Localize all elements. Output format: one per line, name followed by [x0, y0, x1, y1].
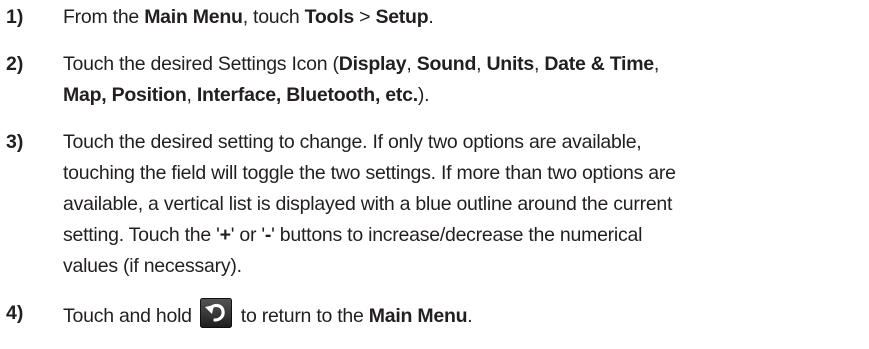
step-text-run: ). — [417, 84, 430, 106]
step-text: From the Main Menu, touch Tools > Setup. — [63, 2, 861, 33]
step-text-bold: Setup — [375, 6, 429, 28]
step-text-run: ' or ' — [230, 224, 265, 246]
step-text-run: . — [428, 6, 434, 28]
step-number: 3) — [6, 131, 24, 153]
step-text-line: setting. Touch the ' — [63, 224, 220, 246]
step-text-bold: Display — [338, 53, 407, 75]
step-text: Touch and hold to return to the Main Men… — [63, 298, 861, 332]
step-text-line: Touch the desired setting to change. If … — [63, 131, 642, 153]
step-text-run: , — [476, 53, 487, 75]
step-text-run: , — [533, 53, 545, 75]
step-text-bold: Main Menu — [368, 305, 468, 327]
step-text: Touch the desired setting to change. If … — [63, 127, 861, 282]
step-number: 2) — [6, 53, 24, 75]
step-text-run: to return to the — [240, 305, 369, 327]
step-text-line: touching the field will toggle the two s… — [63, 162, 676, 184]
step-number: 4) — [6, 302, 24, 324]
step-text: Touch the desired Settings Icon (Display… — [63, 49, 861, 111]
step-text-run: , — [186, 84, 197, 106]
step-text-run: From the — [63, 6, 145, 28]
step-number: 1) — [6, 6, 24, 28]
step-text-run: Touch and hold — [63, 305, 192, 327]
plus-symbol: + — [219, 224, 231, 246]
step-text-bold: Tools — [304, 6, 355, 28]
step-text-run: , — [653, 53, 660, 75]
step-text-bold: Main Menu — [144, 6, 243, 28]
step-text-bold: Units — [486, 53, 534, 75]
setup-instructions: 1) From the Main Menu, touch Tools > Set… — [0, 0, 869, 349]
step-text-bold: Interface, Bluetooth, etc. — [196, 84, 418, 106]
step-text-line: values (if necessary). — [63, 255, 242, 277]
step-text-run: ' buttons to increase/decrease the numer… — [271, 224, 643, 246]
step-text-run: , touch — [242, 6, 305, 28]
step-text-run: , — [406, 53, 417, 75]
step-text-bold: Sound — [416, 53, 477, 75]
step-text-run: . — [467, 305, 473, 327]
step-text-line: available, a vertical list is displayed … — [63, 193, 673, 215]
step-text-bold: Date & Time — [544, 53, 654, 75]
step-text-run: > — [353, 6, 376, 28]
step-text-bold: Map, Position — [63, 84, 187, 106]
step-text-run: Touch the desired Settings Icon ( — [63, 53, 339, 75]
back-arrow-icon — [199, 298, 232, 328]
